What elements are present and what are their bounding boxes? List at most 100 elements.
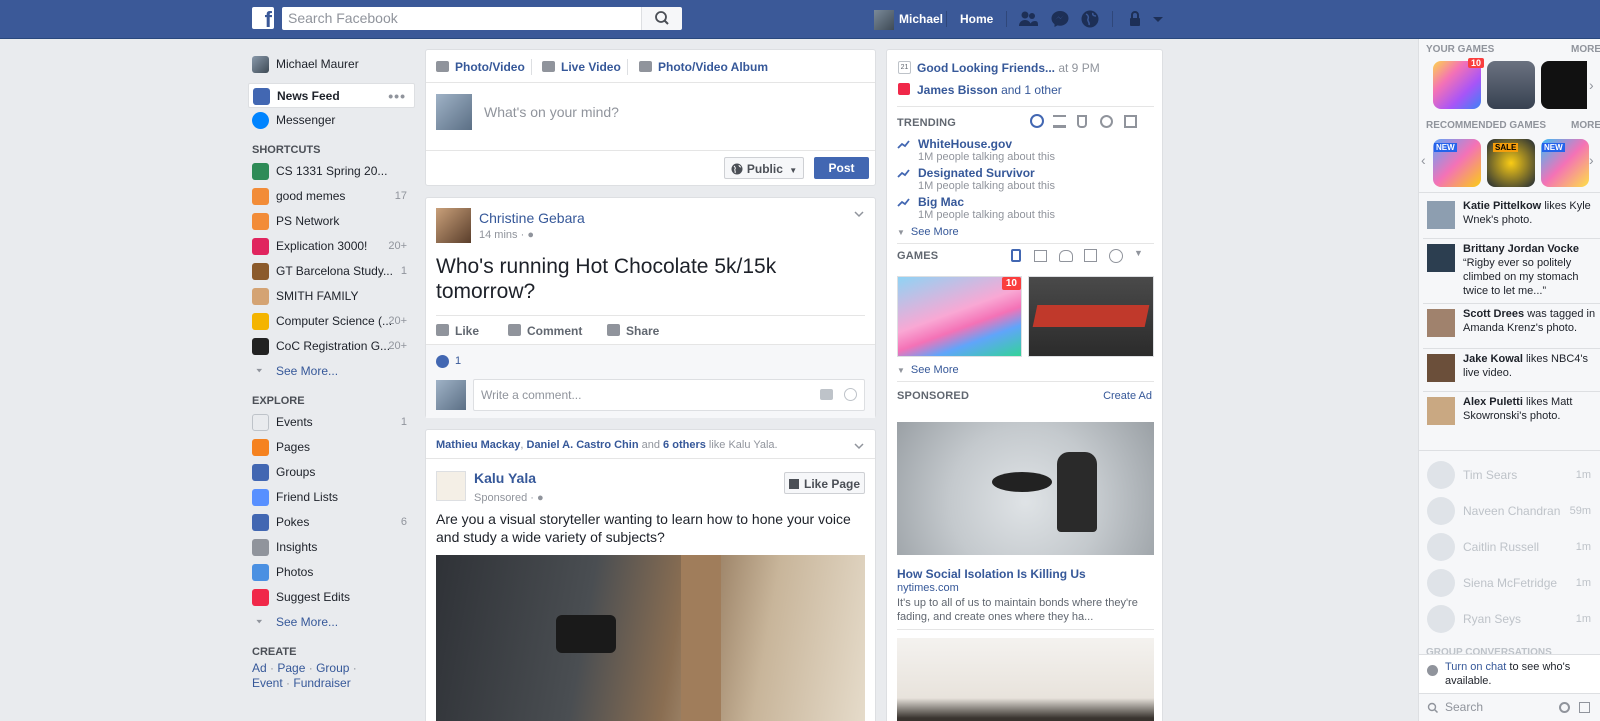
ticker-story[interactable]: Scott Drees was tagged in Amanda Krenz's… [1423, 307, 1599, 347]
chat-contact[interactable]: Tim Sears 1m [1427, 459, 1597, 491]
privacy-selector[interactable]: Public ▼ [724, 157, 804, 179]
chevron-right-icon[interactable]: › [1589, 152, 1594, 168]
tab-live-video[interactable]: Live Video [542, 60, 621, 74]
game-parking-mania-tile[interactable] [1028, 276, 1154, 357]
post-author-link[interactable]: Christine Gebara [479, 210, 585, 226]
chat-search-input[interactable]: Search [1445, 700, 1483, 714]
bookmark-icon[interactable] [1011, 249, 1021, 262]
sidebar-item-pokes[interactable]: Pokes 6 [252, 510, 415, 535]
trending-topic-link[interactable]: Big Mac [918, 195, 964, 209]
search-button[interactable] [641, 7, 682, 30]
instant-games-icon[interactable] [1109, 249, 1123, 263]
trending-see-more-link[interactable]: ▼ See More [897, 226, 959, 238]
page-name-link[interactable]: Kalu Yala [474, 470, 536, 486]
trending-entertainment-icon[interactable] [1124, 115, 1137, 128]
gear-icon[interactable] [1559, 702, 1570, 713]
sidebar-item-messenger[interactable]: Messenger [252, 108, 415, 133]
recommended-game-icon[interactable]: NEW [1541, 139, 1589, 187]
home-link[interactable]: Home [960, 8, 993, 30]
friend-link[interactable]: Daniel A. Castro Chin [527, 439, 639, 451]
game-candy-crush-icon[interactable]: 10 [1433, 58, 1484, 109]
sidebar-item-profile[interactable]: Michael Maurer [252, 52, 415, 77]
trending-politics-icon[interactable] [1053, 115, 1066, 128]
profile-link[interactable]: Michael [874, 8, 943, 30]
post-options-chevron-down-icon[interactable] [854, 210, 864, 218]
trending-item[interactable]: WhiteHouse.gov 1M people talking about th… [897, 137, 1154, 165]
create-link[interactable]: Group [316, 661, 349, 675]
sponsored-ad-image[interactable] [897, 638, 1154, 721]
share-button[interactable]: Share [607, 324, 659, 338]
ticker-story[interactable]: Katie Pittelkow likes Kyle Wnek's photo. [1423, 199, 1599, 237]
comment-input[interactable]: Write a comment... [473, 379, 865, 411]
birthday-reminder[interactable]: James Bisson and 1 other [917, 83, 1062, 97]
friends-icon[interactable] [1059, 250, 1073, 262]
ticker-story[interactable]: Brittany Jordan Vocke “Rigby ever so pol… [1423, 242, 1599, 302]
sidebar-item-shortcut[interactable]: CoC Registration G... 20+ [252, 334, 415, 359]
friend-link[interactable]: Mathieu Mackay [436, 439, 520, 451]
chat-contact[interactable]: Naveen Chandran 59m [1427, 495, 1597, 527]
like-button[interactable]: Like [436, 324, 479, 338]
shortcuts-see-more-link[interactable]: See More... [252, 359, 415, 384]
facebook-logo[interactable]: f [252, 7, 274, 29]
more-link[interactable]: MORE [1571, 44, 1600, 55]
friend-requests-icon[interactable] [1018, 9, 1038, 29]
thumbs-up-icon[interactable] [1034, 250, 1047, 262]
page-logo[interactable] [436, 471, 466, 501]
ticker-story[interactable]: Jake Kowal likes NBC4's live video. [1423, 352, 1599, 392]
game-icon[interactable] [1084, 249, 1097, 262]
sidebar-item-shortcut[interactable]: Explication 3000! 20+ [252, 234, 415, 259]
chevron-left-icon[interactable]: ‹ [1421, 152, 1426, 168]
post-button[interactable]: Post [814, 157, 869, 179]
account-menu-chevron-down-icon[interactable] [1148, 9, 1168, 29]
create-link[interactable]: Ad [252, 661, 267, 675]
post-timestamp[interactable]: 14 mins · ● [479, 229, 534, 241]
comment-button[interactable]: Comment [508, 324, 582, 338]
sidebar-item-shortcut[interactable]: good memes 17 [252, 184, 415, 209]
tab-photo-video-album[interactable]: Photo/Video Album [639, 60, 768, 74]
sidebar-item-shortcut[interactable]: PS Network [252, 209, 415, 234]
recommended-game-icon[interactable]: SALE [1487, 139, 1535, 187]
ad-domain[interactable]: nytimes.com [897, 582, 959, 594]
more-options-icon[interactable]: ••• [388, 84, 406, 109]
messages-icon[interactable] [1050, 9, 1070, 29]
game-parking-icon[interactable] [1487, 61, 1535, 109]
quick-help-lock-icon[interactable] [1126, 9, 1146, 29]
explore-see-more-link[interactable]: See More... [252, 610, 415, 635]
avatar[interactable] [436, 208, 471, 243]
camera-icon[interactable] [820, 389, 833, 400]
game-pacman-icon[interactable] [1541, 61, 1587, 109]
emoji-icon[interactable] [844, 388, 857, 401]
more-link[interactable]: MORE [1571, 120, 1600, 131]
trending-item[interactable]: Big Mac 1M people talking about this [897, 195, 1154, 223]
tab-photo-video[interactable]: Photo/Video [436, 60, 525, 74]
chevron-right-icon[interactable]: › [1589, 77, 1594, 93]
likes-count[interactable]: 1 [455, 355, 461, 367]
sidebar-item-groups[interactable]: Groups [252, 460, 415, 485]
birthday-rest[interactable]: and 1 other [1001, 83, 1062, 97]
chat-contact[interactable]: Caitlin Russell 1m [1427, 531, 1597, 563]
sidebar-item-shortcut[interactable]: CS 1331 Spring 20... [252, 159, 415, 184]
sidebar-item-shortcut[interactable]: SMITH FAMILY [252, 284, 415, 309]
create-link[interactable]: Fundraiser [293, 676, 350, 690]
trending-top-icon[interactable] [1030, 114, 1044, 128]
sidebar-item-pages[interactable]: Pages [252, 435, 415, 460]
search-input[interactable]: Search Facebook [282, 7, 641, 30]
trending-sports-icon[interactable] [1100, 115, 1113, 128]
trending-topic-link[interactable]: Designated Survivor [918, 166, 1035, 180]
sidebar-item-insights[interactable]: Insights [252, 535, 415, 560]
sidebar-item-friend-lists[interactable]: Friend Lists [252, 485, 415, 510]
sidebar-item-news-feed[interactable]: News Feed ••• [248, 83, 415, 108]
sidebar-item-photos[interactable]: Photos [252, 560, 415, 585]
sponsored-label[interactable]: Sponsored · ● [474, 492, 544, 504]
status-input[interactable]: What's on your mind? [484, 104, 619, 120]
event-link[interactable]: Good Looking Friends... [917, 61, 1055, 75]
ad-title-link[interactable]: How Social Isolation Is Killing Us [897, 567, 1086, 581]
notifications-globe-icon[interactable] [1080, 9, 1100, 29]
turn-on-chat-link[interactable]: Turn on chat [1445, 661, 1506, 673]
sidebar-item-suggest-edits[interactable]: Suggest Edits [252, 585, 415, 610]
create-link[interactable]: Event [252, 676, 283, 690]
game-candy-crush-tile[interactable]: 10 [897, 276, 1022, 357]
sponsored-ad-image[interactable] [897, 422, 1154, 555]
chat-contact[interactable]: Siena McFetridge 1m [1427, 567, 1597, 599]
birthday-link[interactable]: James Bisson [917, 83, 998, 97]
